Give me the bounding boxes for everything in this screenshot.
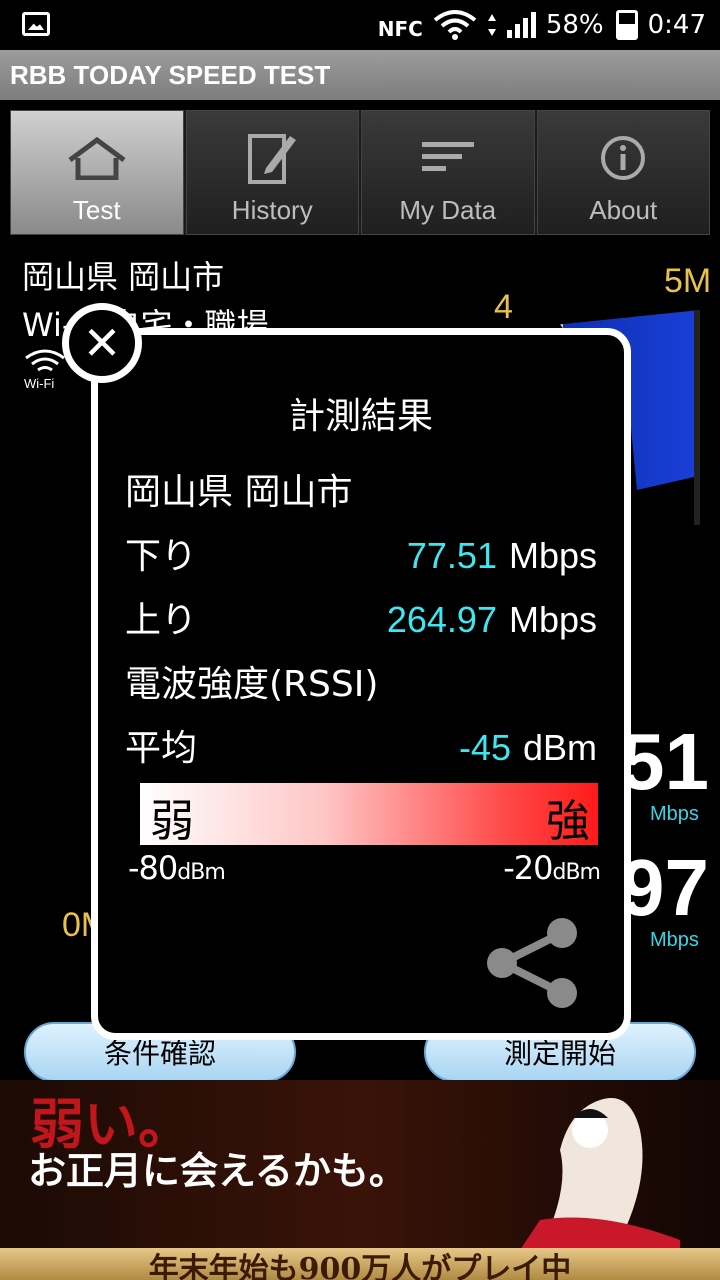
wifi-type-icon: Wi-Fi bbox=[24, 349, 65, 390]
average-label: 平均 bbox=[125, 728, 198, 769]
ad-character-image bbox=[520, 1098, 680, 1250]
info-icon bbox=[591, 129, 655, 187]
gauge-ring bbox=[640, 310, 700, 525]
tab-label: My Data bbox=[399, 195, 497, 225]
status-bar: NFC 58% 0:47 bbox=[0, 0, 720, 50]
tab-label: Test bbox=[72, 195, 121, 225]
home-icon bbox=[65, 129, 129, 187]
signal-icon bbox=[506, 12, 536, 38]
rssi-row: 電波強度(RSSI) bbox=[125, 655, 597, 707]
download-speed-bg: 51 bbox=[620, 717, 709, 806]
nfc-icon: NFC bbox=[377, 17, 423, 41]
average-row: 平均 -45 dBm bbox=[125, 719, 597, 771]
ad-tagline: お正月に会えるかも。 bbox=[28, 1148, 407, 1193]
share-icon[interactable] bbox=[482, 913, 582, 1013]
app-title: RBB TODAY SPEED TEST bbox=[10, 60, 331, 90]
list-icon bbox=[416, 129, 480, 187]
upload-value: 264.97 bbox=[386, 599, 497, 640]
scale-max: -20dBm bbox=[503, 849, 601, 887]
upload-unit: Mbps bbox=[508, 599, 597, 640]
app-title-bar: RBB TODAY SPEED TEST bbox=[0, 50, 720, 100]
tab-my-data[interactable]: My Data bbox=[361, 110, 535, 235]
tab-bar: Test History My Data About bbox=[10, 110, 710, 235]
wifi-icon bbox=[433, 10, 477, 40]
tab-label: About bbox=[589, 195, 658, 225]
download-label: 下り bbox=[125, 536, 198, 577]
gauge-label-5m: 5M bbox=[664, 262, 712, 300]
average-unit: dBm bbox=[522, 727, 597, 768]
upload-label: 上り bbox=[125, 600, 198, 641]
ad-banner[interactable]: 弱い。 お正月に会えるかも。 年末年始も900万人がプレイ中 bbox=[0, 1080, 720, 1280]
weak-label: 弱 bbox=[150, 796, 194, 847]
strong-label: 強 bbox=[546, 796, 590, 847]
edit-icon bbox=[240, 129, 304, 187]
rssi-label: 電波強度(RSSI) bbox=[125, 664, 379, 705]
tab-label: History bbox=[231, 195, 313, 225]
scale-min: -80dBm bbox=[128, 849, 226, 887]
download-unit: Mbps bbox=[508, 535, 597, 576]
battery-percent: 58% bbox=[545, 10, 604, 40]
close-dialog-button[interactable]: ✕ bbox=[62, 303, 142, 383]
download-value: 77.51 bbox=[406, 535, 497, 576]
data-arrows-icon bbox=[487, 14, 496, 36]
tab-history[interactable]: History bbox=[185, 110, 359, 235]
location-text: 岡山県 岡山市 bbox=[22, 258, 225, 296]
svg-text:Wi-Fi: Wi-Fi bbox=[24, 376, 54, 390]
upload-row: 上り 264.97 Mbps bbox=[125, 591, 597, 643]
battery-icon bbox=[615, 10, 638, 40]
signal-strength-bar: 弱 強 bbox=[140, 783, 598, 847]
gallery-notification-icon bbox=[22, 12, 50, 36]
status-icons: NFC 58% 0:47 bbox=[378, 8, 706, 42]
tab-about[interactable]: About bbox=[536, 110, 710, 235]
result-location: 岡山県 岡山市 bbox=[125, 472, 353, 513]
upload-speed-bg: 97 bbox=[620, 843, 709, 932]
ad-footer-text: 年末年始も900万人がプレイ中 bbox=[0, 1248, 720, 1280]
result-location-row: 岡山県 岡山市 bbox=[125, 463, 597, 515]
gauge-label-4: 4 bbox=[494, 288, 513, 326]
tab-test[interactable]: Test bbox=[10, 110, 184, 235]
download-unit-bg: Mbps bbox=[650, 803, 699, 825]
close-icon: ✕ bbox=[82, 316, 122, 370]
clock: 0:47 bbox=[647, 10, 706, 40]
result-dialog: 計測結果 岡山県 岡山市 下り 77.51 Mbps 上り 264.97 Mbps … bbox=[91, 328, 631, 1040]
average-value: -45 bbox=[458, 727, 511, 768]
download-row: 下り 77.51 Mbps bbox=[125, 527, 597, 579]
upload-unit-bg: Mbps bbox=[650, 929, 699, 951]
dialog-title: 計測結果 bbox=[288, 396, 433, 437]
